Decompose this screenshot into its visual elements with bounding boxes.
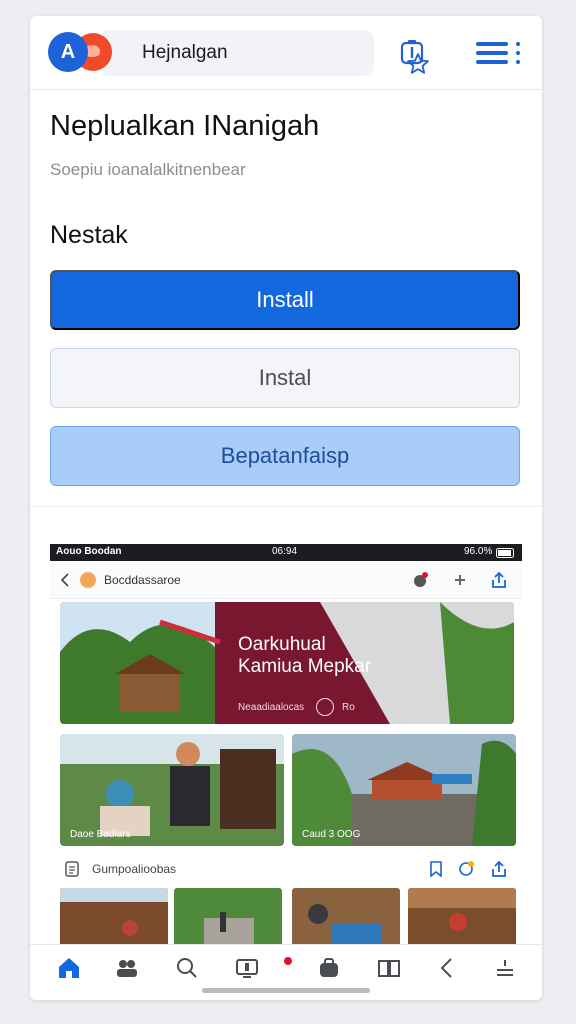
mini-thumbnail[interactable]	[174, 888, 282, 948]
app-screenshot-preview[interactable]: Aouo Boodan 06:94 96.0% Bocddassaroe Oar…	[50, 544, 522, 954]
hero-tag: Ro	[342, 702, 355, 713]
home-indicator	[202, 988, 370, 993]
hero-subtitle: Neaadiaalocas	[238, 702, 305, 713]
preview-section-row: Gumpoalioobas	[50, 850, 522, 888]
address-bar[interactable]: Hejnalgan	[100, 30, 429, 76]
bag-icon[interactable]	[316, 955, 342, 981]
book-icon[interactable]	[376, 955, 402, 981]
browser-toolbar: Hejnalgan A	[30, 16, 542, 90]
mini-thumbnail-image	[174, 888, 282, 948]
search-icon[interactable]	[174, 955, 200, 981]
thumbnail-left[interactable]: Daoe Badiars	[60, 734, 284, 846]
people-icon[interactable]	[114, 955, 140, 981]
section-heading: Nestak	[50, 221, 128, 249]
hero-title-line2: Kamiua Mepkar	[238, 656, 372, 677]
mini-thumbnail-image	[60, 888, 168, 948]
preview-section-title: Gumpoalioobas	[92, 862, 177, 876]
preview-status-bar: Aouo Boodan 06:94 96.0%	[50, 544, 522, 561]
hero-play-icon	[316, 698, 334, 716]
mini-thumbnail-image	[408, 888, 516, 948]
app-title: Neplualkan INanigah	[50, 110, 320, 142]
mini-thumbnail-image	[292, 888, 400, 948]
like-icon	[459, 861, 474, 876]
share-icon	[492, 860, 506, 877]
mini-thumbnail[interactable]	[408, 888, 516, 948]
info-icon[interactable]	[400, 39, 424, 65]
back-icon	[60, 573, 69, 587]
preview-avatar	[80, 572, 96, 588]
install-button[interactable]: Install	[50, 270, 520, 330]
thumbnail-right[interactable]: Caud 3 OOG	[292, 734, 516, 846]
preview-toolbar-title: Bocddassaroe	[104, 573, 181, 587]
divider	[30, 506, 542, 507]
status-time: 06:94	[272, 546, 298, 557]
hero-banner[interactable]: Oarkuhual Kamiua Mepkar Neaadiaalocas Ro	[60, 602, 514, 724]
hero-title: Oarkuhual Kamiua Mepkar	[238, 634, 371, 678]
app-subtitle: Soepiu ioanalalkitnenbear	[50, 160, 246, 179]
battery-icon	[496, 548, 514, 558]
mini-thumbnail[interactable]	[60, 888, 168, 948]
back-arrow-icon[interactable]	[434, 955, 460, 981]
tv-icon[interactable]	[234, 955, 260, 981]
secondary-action-button[interactable]: Bepatanfaisp	[50, 426, 520, 486]
hero-title-line1: Oarkuhual	[238, 634, 326, 655]
instal-button[interactable]: Instal	[50, 348, 520, 408]
app-logo-icon[interactable]: A	[48, 32, 114, 72]
status-battery: 96.0%	[464, 546, 493, 557]
pin-icon	[455, 575, 465, 585]
bookmark-icon	[430, 861, 442, 877]
menu-icon[interactable]	[476, 42, 522, 64]
mini-thumbnail[interactable]	[292, 888, 400, 948]
status-left: Aouo Boodan	[56, 546, 122, 557]
store-page: Hejnalgan A Neplualkan INanigah Soepiu i…	[30, 16, 542, 1000]
home-icon[interactable]	[56, 955, 82, 981]
document-icon	[65, 861, 79, 877]
chat-icon	[414, 572, 428, 587]
thumbnail-left-caption: Daoe Badiars	[70, 829, 131, 840]
thumbnail-right-caption: Caud 3 OOG	[302, 829, 361, 840]
preview-toolbar: Bocddassaroe	[50, 561, 522, 599]
notification-dot	[284, 957, 292, 965]
more-icon[interactable]	[492, 955, 518, 981]
address-text: Hejnalgan	[142, 42, 228, 63]
logo-letter: A	[48, 32, 88, 72]
share-icon	[492, 571, 506, 588]
